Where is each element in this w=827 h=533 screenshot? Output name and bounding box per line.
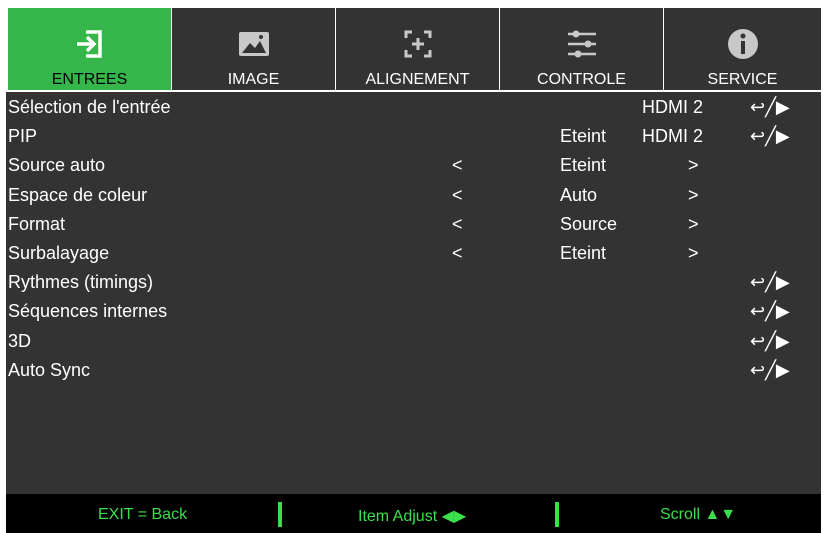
list-item[interactable]: 3D ↩╱▶: [6, 328, 821, 357]
item-label: 3D: [8, 330, 32, 351]
tab-entrees[interactable]: ENTREES: [8, 8, 171, 90]
list-item[interactable]: Sélection de l'entrée HDMI 2 ↩╱▶: [6, 94, 821, 123]
scroll-hint: Scroll ▲▼: [660, 506, 737, 523]
item-value: HDMI 2: [642, 126, 704, 147]
enter-arrow-icon[interactable]: ↩╱▶: [750, 272, 790, 293]
tab-image[interactable]: IMAGE: [172, 8, 335, 90]
increase-arrow[interactable]: >: [688, 243, 699, 264]
picture-icon: [238, 32, 269, 56]
item-label: PIP: [8, 126, 38, 147]
increase-arrow[interactable]: >: [688, 155, 699, 176]
alignment-icon: [404, 30, 431, 58]
exit-hint: EXIT = Back: [98, 506, 188, 523]
sliders-icon: [567, 30, 596, 58]
list-item[interactable]: Auto Sync ↩╱▶: [6, 357, 821, 386]
item-label: Sélection de l'entrée: [8, 97, 171, 117]
item-value: Auto: [560, 184, 598, 205]
footer-divider: [555, 502, 559, 527]
enter-arrow-icon[interactable]: ↩╱▶: [750, 301, 790, 322]
list-item[interactable]: Format < Source >: [6, 211, 821, 240]
item-value: Eteint: [560, 242, 607, 263]
item-label: Format: [8, 213, 66, 234]
list-item[interactable]: Séquences internes ↩╱▶: [6, 298, 821, 327]
tab-label: ENTREES: [51, 71, 128, 88]
item-value: HDMI 2: [642, 97, 704, 117]
item-label: Espace de coleur: [8, 184, 148, 205]
decrease-arrow[interactable]: <: [452, 243, 463, 264]
tab-label: ALIGNEMENT: [365, 71, 470, 88]
tab-label: SERVICE: [707, 71, 778, 88]
settings-list: Sélection de l'entrée HDMI 2 ↩╱▶ PIP Ete…: [6, 94, 821, 386]
osd-menu: ENTREES IMAGE ALIGNEMENT CONTROLE SERVIC…: [6, 6, 821, 533]
item-value: Source: [560, 213, 618, 234]
enter-arrow-icon[interactable]: ↩╱▶: [750, 331, 790, 352]
footer-divider: [278, 502, 282, 527]
decrease-arrow[interactable]: <: [452, 185, 463, 206]
item-label: Séquences internes: [8, 301, 168, 322]
tab-alignement[interactable]: ALIGNEMENT: [336, 8, 499, 90]
tab-label: CONTROLE: [537, 71, 626, 88]
adjust-hint: Item Adjust ◀▶: [358, 508, 467, 525]
info-icon: [727, 29, 758, 59]
list-item[interactable]: Rythmes (timings) ↩╱▶: [6, 269, 821, 298]
item-value: Eteint: [560, 155, 607, 176]
item-value: Eteint: [560, 126, 607, 147]
footer-help-bar: EXIT = Back Item Adjust ◀▶ Scroll ▲▼: [6, 494, 821, 533]
item-label: Rythmes (timings): [8, 272, 154, 293]
tab-label: IMAGE: [227, 71, 280, 88]
item-label: Auto Sync: [8, 359, 91, 380]
enter-arrow-icon[interactable]: ↩╱▶: [750, 126, 790, 147]
list-item[interactable]: Surbalayage < Eteint >: [6, 240, 821, 269]
decrease-arrow[interactable]: <: [452, 214, 463, 235]
item-label: Source auto: [8, 155, 106, 176]
item-label: Surbalayage: [8, 242, 110, 263]
tab-bar: ENTREES IMAGE ALIGNEMENT CONTROLE SERVIC…: [6, 6, 821, 92]
enter-arrow-icon[interactable]: ↩╱▶: [750, 97, 790, 118]
input-arrow-icon: [76, 30, 102, 58]
increase-arrow[interactable]: >: [688, 185, 699, 206]
increase-arrow[interactable]: >: [688, 214, 699, 235]
list-item[interactable]: Source auto < Eteint >: [6, 152, 821, 181]
enter-arrow-icon[interactable]: ↩╱▶: [750, 360, 790, 381]
list-item[interactable]: PIP Eteint HDMI 2 ↩╱▶: [6, 123, 821, 152]
decrease-arrow[interactable]: <: [452, 155, 463, 176]
list-item[interactable]: Espace de coleur < Auto >: [6, 182, 821, 211]
tab-service[interactable]: SERVICE: [664, 8, 821, 90]
tab-controle[interactable]: CONTROLE: [500, 8, 663, 90]
